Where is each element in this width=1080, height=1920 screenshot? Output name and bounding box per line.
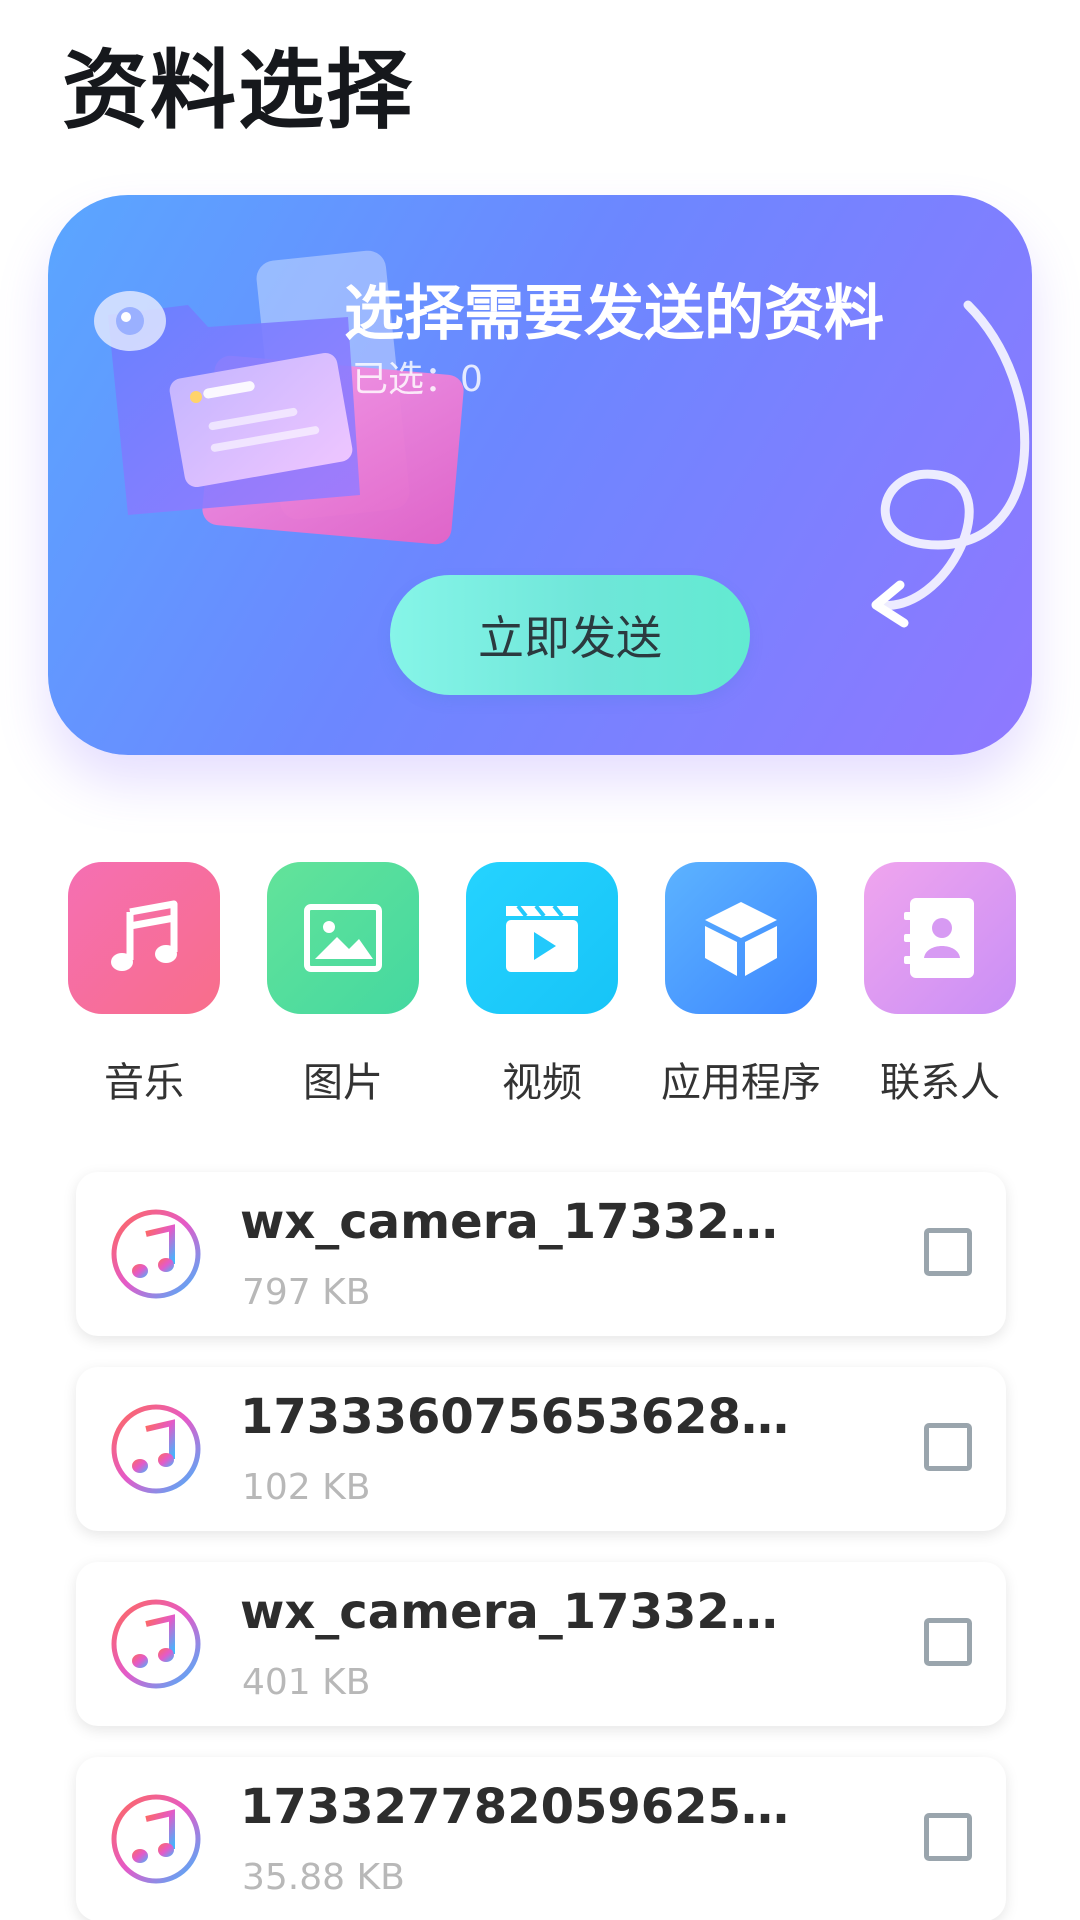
screen: 资料选择 选择需要发送的资料 已选：0 立即发送 音乐 图片 视频 应用程序 联…	[0, 0, 1080, 1920]
file-name: wx_camera_1733227019...	[240, 1194, 792, 1250]
selected-count: 0	[460, 359, 483, 400]
file-size: 401 KB	[242, 1662, 371, 1703]
swirl-arrow-icon	[871, 300, 1030, 628]
file-name: wx_camera_1733227019...	[240, 1584, 792, 1640]
category-label: 联系人	[880, 1060, 1000, 1106]
category-images[interactable]: 图片	[243, 862, 443, 1106]
category-contacts[interactable]: 联系人	[840, 862, 1040, 1106]
image-icon	[267, 862, 419, 1014]
file-name: 1733360756536285.wav	[240, 1389, 792, 1445]
file-row[interactable]: wx_camera_1733227019... 797 KB	[76, 1172, 1006, 1336]
music-icon	[68, 862, 220, 1014]
banner-title: 选择需要发送的资料	[344, 279, 884, 349]
category-label: 视频	[502, 1060, 582, 1106]
file-row[interactable]: 1733360756536285.wav 102 KB	[76, 1367, 1006, 1531]
send-now-button[interactable]: 立即发送	[390, 575, 750, 695]
page-title: 资料选择	[62, 41, 414, 141]
music-file-icon	[111, 1209, 201, 1299]
file-checkbox[interactable]	[924, 1423, 972, 1471]
file-checkbox[interactable]	[924, 1618, 972, 1666]
category-label: 音乐	[104, 1060, 184, 1106]
selected-count-text: 已选：0	[352, 350, 483, 402]
file-name: 1733277820596252.wav	[240, 1779, 792, 1835]
category-apps[interactable]: 应用程序	[641, 862, 841, 1106]
file-size: 35.88 KB	[242, 1857, 405, 1898]
file-checkbox[interactable]	[924, 1228, 972, 1276]
video-icon	[466, 862, 618, 1014]
contacts-icon	[864, 862, 1016, 1014]
category-label: 应用程序	[661, 1060, 821, 1106]
music-file-icon	[111, 1404, 201, 1494]
file-size: 102 KB	[242, 1467, 371, 1508]
file-row[interactable]: wx_camera_1733227019... 401 KB	[76, 1562, 1006, 1726]
send-banner: 选择需要发送的资料 已选：0 立即发送	[48, 195, 1032, 755]
category-label: 图片	[303, 1060, 383, 1106]
category-music[interactable]: 音乐	[44, 862, 244, 1106]
file-row[interactable]: 1733277820596252.wav 35.88 KB	[76, 1757, 1006, 1920]
music-file-icon	[111, 1794, 201, 1884]
selected-label: 已选：	[352, 359, 461, 400]
music-file-icon	[111, 1599, 201, 1689]
app-box-icon	[665, 862, 817, 1014]
file-checkbox[interactable]	[924, 1813, 972, 1861]
file-size: 797 KB	[242, 1272, 371, 1313]
category-videos[interactable]: 视频	[442, 862, 642, 1106]
